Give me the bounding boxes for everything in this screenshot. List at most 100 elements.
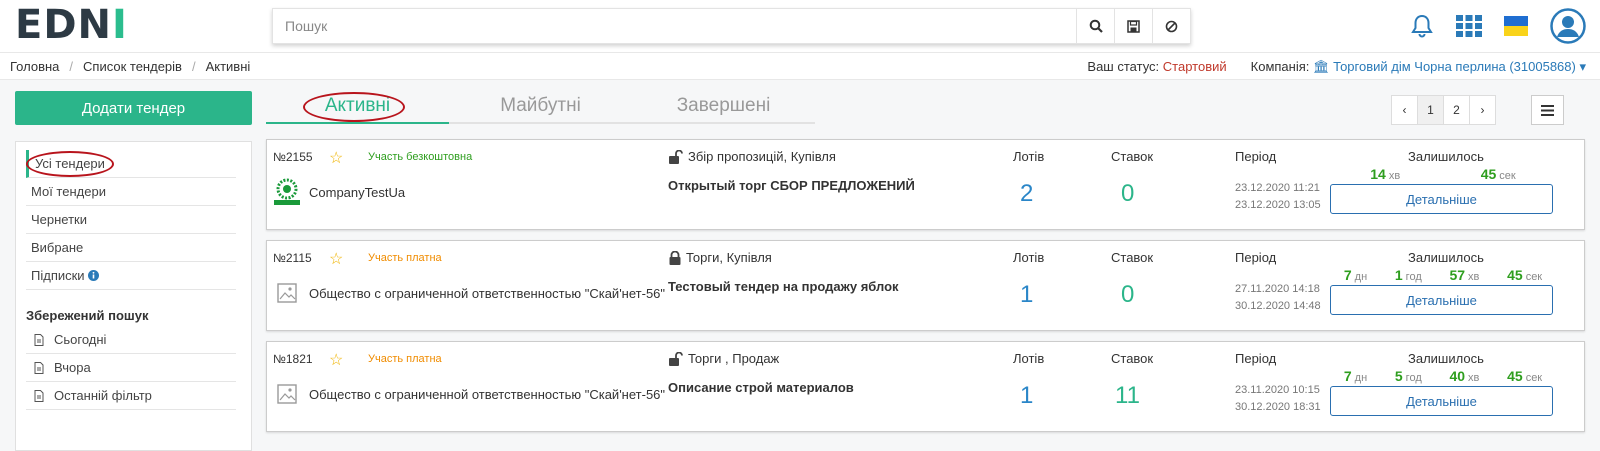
star-icon[interactable]: ☆ bbox=[329, 249, 343, 269]
page-2-button[interactable]: 2 bbox=[1443, 95, 1470, 125]
search-bar bbox=[272, 8, 1191, 44]
organization-name: CompanyTestUa bbox=[309, 184, 406, 200]
tender-number[interactable]: №2155 bbox=[273, 150, 313, 164]
file-icon bbox=[34, 389, 44, 402]
user-avatar-icon[interactable] bbox=[1550, 8, 1586, 44]
tender-tabs: Активні Майбутні Завершені bbox=[266, 92, 816, 124]
remaining-label: Залишилось bbox=[1408, 250, 1484, 265]
bids-label: Ставок bbox=[1111, 250, 1154, 265]
breadcrumb-tenders[interactable]: Список тендерів bbox=[83, 59, 182, 74]
countdown: 7 дн 5 год 40 хв 45 сек bbox=[1343, 368, 1543, 384]
list-menu-button[interactable] bbox=[1531, 95, 1564, 125]
bank-icon: 🏛 bbox=[1313, 59, 1330, 74]
add-tender-button[interactable]: Додати тендер bbox=[15, 91, 252, 125]
period-label: Період bbox=[1235, 351, 1277, 366]
tender-number[interactable]: №1821 bbox=[273, 352, 313, 366]
period-dates: 27.11.2020 14:18 30.12.2020 14:48 bbox=[1235, 283, 1321, 312]
file-icon bbox=[34, 361, 44, 374]
apps-grid-icon[interactable] bbox=[1456, 15, 1482, 37]
sidebar-item-my-tenders[interactable]: Мої тендери bbox=[26, 178, 236, 206]
saved-search-heading: Збережений пошук bbox=[26, 308, 149, 323]
search-icon bbox=[1089, 19, 1103, 33]
lock-icon bbox=[669, 250, 681, 265]
user-status-value: Стартовий bbox=[1162, 59, 1227, 74]
page-1-button[interactable]: 1 bbox=[1417, 95, 1444, 125]
sidebar-item-all-tenders[interactable]: Усі тендери bbox=[26, 150, 236, 178]
sidebar-item-subscriptions[interactable]: Підписки bbox=[26, 262, 236, 290]
image-placeholder-icon bbox=[277, 283, 297, 303]
details-button[interactable]: Детальніше bbox=[1330, 184, 1553, 214]
ukraine-flag-icon[interactable] bbox=[1504, 16, 1528, 36]
bids-count: 0 bbox=[1121, 180, 1135, 207]
header-actions bbox=[1410, 8, 1586, 44]
organization-name: Общество с ограниченной ответственностью… bbox=[309, 386, 666, 402]
floppy-icon bbox=[1127, 19, 1140, 33]
tender-number[interactable]: №2115 bbox=[273, 251, 312, 265]
tender-type: Збір пропозицій, Купівля bbox=[668, 149, 836, 164]
info-icon[interactable] bbox=[88, 270, 100, 281]
remaining-label: Залишилось bbox=[1408, 149, 1484, 164]
next-page-button[interactable]: › bbox=[1469, 95, 1496, 125]
breadcrumb: Головна / Список тендерів / Активні bbox=[10, 59, 250, 74]
tab-finished[interactable]: Завершені bbox=[632, 92, 815, 124]
sub-bar: Головна / Список тендерів / Активні Ваш … bbox=[0, 52, 1600, 80]
lots-count: 1 bbox=[1020, 281, 1034, 308]
tender-card: №2155 ☆ Участь безкоштовна CompanyTestUa… bbox=[266, 139, 1585, 230]
star-icon[interactable]: ☆ bbox=[329, 148, 343, 168]
hamburger-icon bbox=[1541, 104, 1554, 116]
sidebar: Усі тендери Мої тендери Чернетки Вибране… bbox=[15, 141, 252, 451]
file-icon bbox=[34, 333, 44, 346]
details-button[interactable]: Детальніше bbox=[1330, 386, 1553, 416]
details-button[interactable]: Детальніше bbox=[1330, 285, 1553, 315]
search-input[interactable] bbox=[273, 9, 1076, 43]
period-label: Період bbox=[1235, 250, 1277, 265]
breadcrumb-separator: / bbox=[69, 59, 74, 74]
pagination: ‹ 1 2 › bbox=[1391, 95, 1496, 125]
search-button[interactable] bbox=[1076, 9, 1114, 43]
saved-search-last-filter[interactable]: Останній фільтр bbox=[26, 382, 236, 410]
tender-title[interactable]: Открытый торг СБОР ПРЕДЛОЖЕНИЙ bbox=[668, 178, 915, 193]
bids-label: Ставок bbox=[1111, 149, 1154, 164]
lots-label: Лотів bbox=[1013, 250, 1045, 265]
lots-count: 1 bbox=[1020, 382, 1034, 409]
lots-label: Лотів bbox=[1013, 351, 1045, 366]
fozzy-market-logo-icon bbox=[274, 178, 300, 205]
top-bar: ED N I bbox=[0, 0, 1600, 52]
period-dates: 23.11.2020 10:15 30.12.2020 18:31 bbox=[1235, 384, 1321, 413]
tab-upcoming[interactable]: Майбутні bbox=[449, 92, 632, 124]
breadcrumb-separator: / bbox=[191, 59, 196, 74]
bids-label: Ставок bbox=[1111, 351, 1154, 366]
tender-card: №1821 ☆ Участь платна Общество с огранич… bbox=[266, 341, 1585, 432]
tender-title[interactable]: Описание строй материалов bbox=[668, 380, 854, 395]
sidebar-item-drafts[interactable]: Чернетки bbox=[26, 206, 236, 234]
lots-label: Лотів bbox=[1013, 149, 1045, 164]
caret-down-icon[interactable]: ▾ bbox=[1579, 59, 1586, 74]
company-selector[interactable]: Компанія: 🏛 Торговий дім Чорна перлина (… bbox=[1251, 59, 1586, 75]
breadcrumb-home[interactable]: Головна bbox=[10, 59, 59, 74]
tender-type: Торги, Купівля bbox=[668, 250, 772, 265]
participation-badge: Участь платна bbox=[368, 353, 442, 365]
ban-icon bbox=[1165, 20, 1178, 32]
tender-title[interactable]: Тестовый тендер на продажу яблок bbox=[668, 279, 899, 294]
status-line: Ваш статус: Стартовий Компанія: 🏛 Торгов… bbox=[1087, 59, 1586, 75]
participation-badge: Участь платна bbox=[368, 252, 442, 264]
unlocked-icon bbox=[669, 351, 683, 366]
clear-search-button[interactable] bbox=[1152, 9, 1190, 43]
company-name[interactable]: Торговий дім Чорна перлина (31005868) bbox=[1333, 59, 1576, 74]
star-icon[interactable]: ☆ bbox=[329, 350, 343, 370]
remaining-label: Залишилось bbox=[1408, 351, 1484, 366]
period-dates: 23.12.2020 11:21 23.12.2020 13:05 bbox=[1235, 182, 1321, 211]
participation-badge: Участь безкоштовна bbox=[368, 151, 473, 163]
bell-icon[interactable] bbox=[1410, 13, 1434, 39]
user-status: Ваш статус: Стартовий bbox=[1087, 59, 1227, 74]
saved-search-today[interactable]: Сьогодні bbox=[26, 326, 236, 354]
sidebar-item-favorites[interactable]: Вибране bbox=[26, 234, 236, 262]
organization: Общество с ограниченной ответственностью… bbox=[273, 380, 665, 408]
save-search-button[interactable] bbox=[1114, 9, 1152, 43]
countdown: 14 хв 45 сек bbox=[1370, 166, 1516, 182]
saved-search-yesterday[interactable]: Вчора bbox=[26, 354, 236, 382]
prev-page-button[interactable]: ‹ bbox=[1391, 95, 1418, 125]
edin-logo[interactable]: ED N I bbox=[15, 2, 128, 48]
tab-active[interactable]: Активні bbox=[266, 92, 449, 124]
tender-card: №2115 ☆ Участь платна Общество с огранич… bbox=[266, 240, 1585, 331]
